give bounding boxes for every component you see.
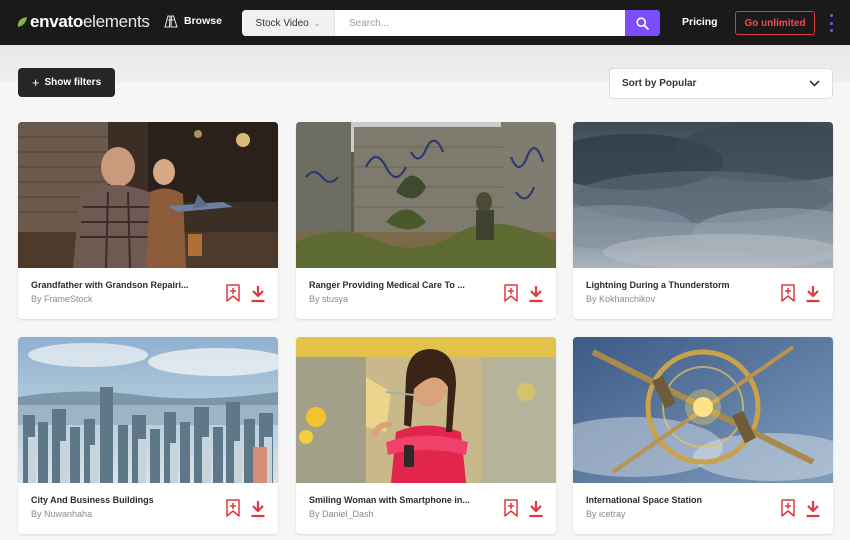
more-menu-icon[interactable] [829,14,834,32]
video-thumbnail[interactable] [296,337,556,483]
search-category-select[interactable]: Stock Video ⌄ [242,10,335,36]
video-card[interactable]: International Space Station By icetray [573,337,833,534]
logo-text-elements: elements [83,12,150,31]
search-bar: Stock Video ⌄ [242,10,660,36]
download-icon[interactable] [805,500,821,518]
author-link[interactable]: FrameStock [44,294,93,304]
card-author: By Kokhanchikov [586,294,656,304]
bookmark-add-icon[interactable] [503,283,519,303]
bookmark-add-icon[interactable] [503,498,519,518]
download-icon[interactable] [805,285,821,303]
card-title[interactable]: Smiling Woman with Smartphone in... [309,495,484,505]
bookmark-add-icon[interactable] [225,283,241,303]
card-title[interactable]: Grandfather with Grandson Repairi... [31,280,206,290]
video-thumbnail[interactable] [18,122,278,268]
top-nav: envatoelements Browse Stock Video ⌄ Pric… [0,0,850,45]
download-icon[interactable] [250,500,266,518]
card-author: By Nuwanhaha [31,509,93,519]
sort-label: Sort by Popular [622,78,697,89]
card-title[interactable]: Ranger Providing Medical Care To ... [309,280,484,290]
card-title[interactable]: International Space Station [586,495,761,505]
video-card[interactable]: City And Business Buildings By Nuwanhaha [18,337,278,534]
card-author: By Daniel_Dash [309,509,374,519]
download-icon[interactable] [528,500,544,518]
download-icon[interactable] [528,285,544,303]
plus-icon: + [31,75,40,90]
envato-elements-logo[interactable]: envato elements [16,12,150,32]
card-title[interactable]: City And Business Buildings [31,495,206,505]
search-input[interactable] [335,10,625,36]
video-card[interactable]: Lightning During a Thunderstorm By Kokha… [573,122,833,319]
card-author: By stusya [309,294,349,304]
video-card[interactable]: Ranger Providing Medical Care To ... By … [296,122,556,319]
logo-text-envato: envato [30,12,83,31]
browse-icon [164,15,178,28]
video-card[interactable]: Grandfather with Grandson Repairi... By … [18,122,278,319]
author-link[interactable]: Daniel_Dash [322,509,374,519]
card-title[interactable]: Lightning During a Thunderstorm [586,280,761,290]
video-thumbnail[interactable] [18,337,278,483]
search-category-label: Stock Video [255,17,309,29]
leaf-icon [17,17,27,27]
browse-menu[interactable]: Browse [164,14,222,28]
download-icon[interactable] [250,285,266,303]
bookmark-add-icon[interactable] [780,498,796,518]
video-card[interactable]: Smiling Woman with Smartphone in... By D… [296,337,556,534]
author-link[interactable]: Kokhanchikov [599,294,655,304]
card-author: By FrameStock [31,294,93,304]
chevron-down-icon [809,80,820,87]
bookmark-add-icon[interactable] [780,283,796,303]
chevron-down-icon: ⌄ [313,18,321,28]
search-icon [636,16,649,30]
video-thumbnail[interactable] [296,122,556,268]
go-unlimited-button[interactable]: Go unlimited [735,11,815,35]
search-button[interactable] [625,10,660,36]
video-thumbnail[interactable] [573,337,833,483]
author-link[interactable]: icetray [599,509,626,519]
browse-label: Browse [184,15,222,27]
sort-select[interactable]: Sort by Popular [609,68,833,99]
bookmark-add-icon[interactable] [225,498,241,518]
author-link[interactable]: Nuwanhaha [44,509,92,519]
pricing-link[interactable]: Pricing [682,16,718,28]
author-link[interactable]: stusya [322,294,348,304]
show-filters-button[interactable]: + Show filters [18,68,115,97]
show-filters-label: Show filters [44,77,102,88]
card-author: By icetray [586,509,626,519]
video-thumbnail[interactable] [573,122,833,268]
